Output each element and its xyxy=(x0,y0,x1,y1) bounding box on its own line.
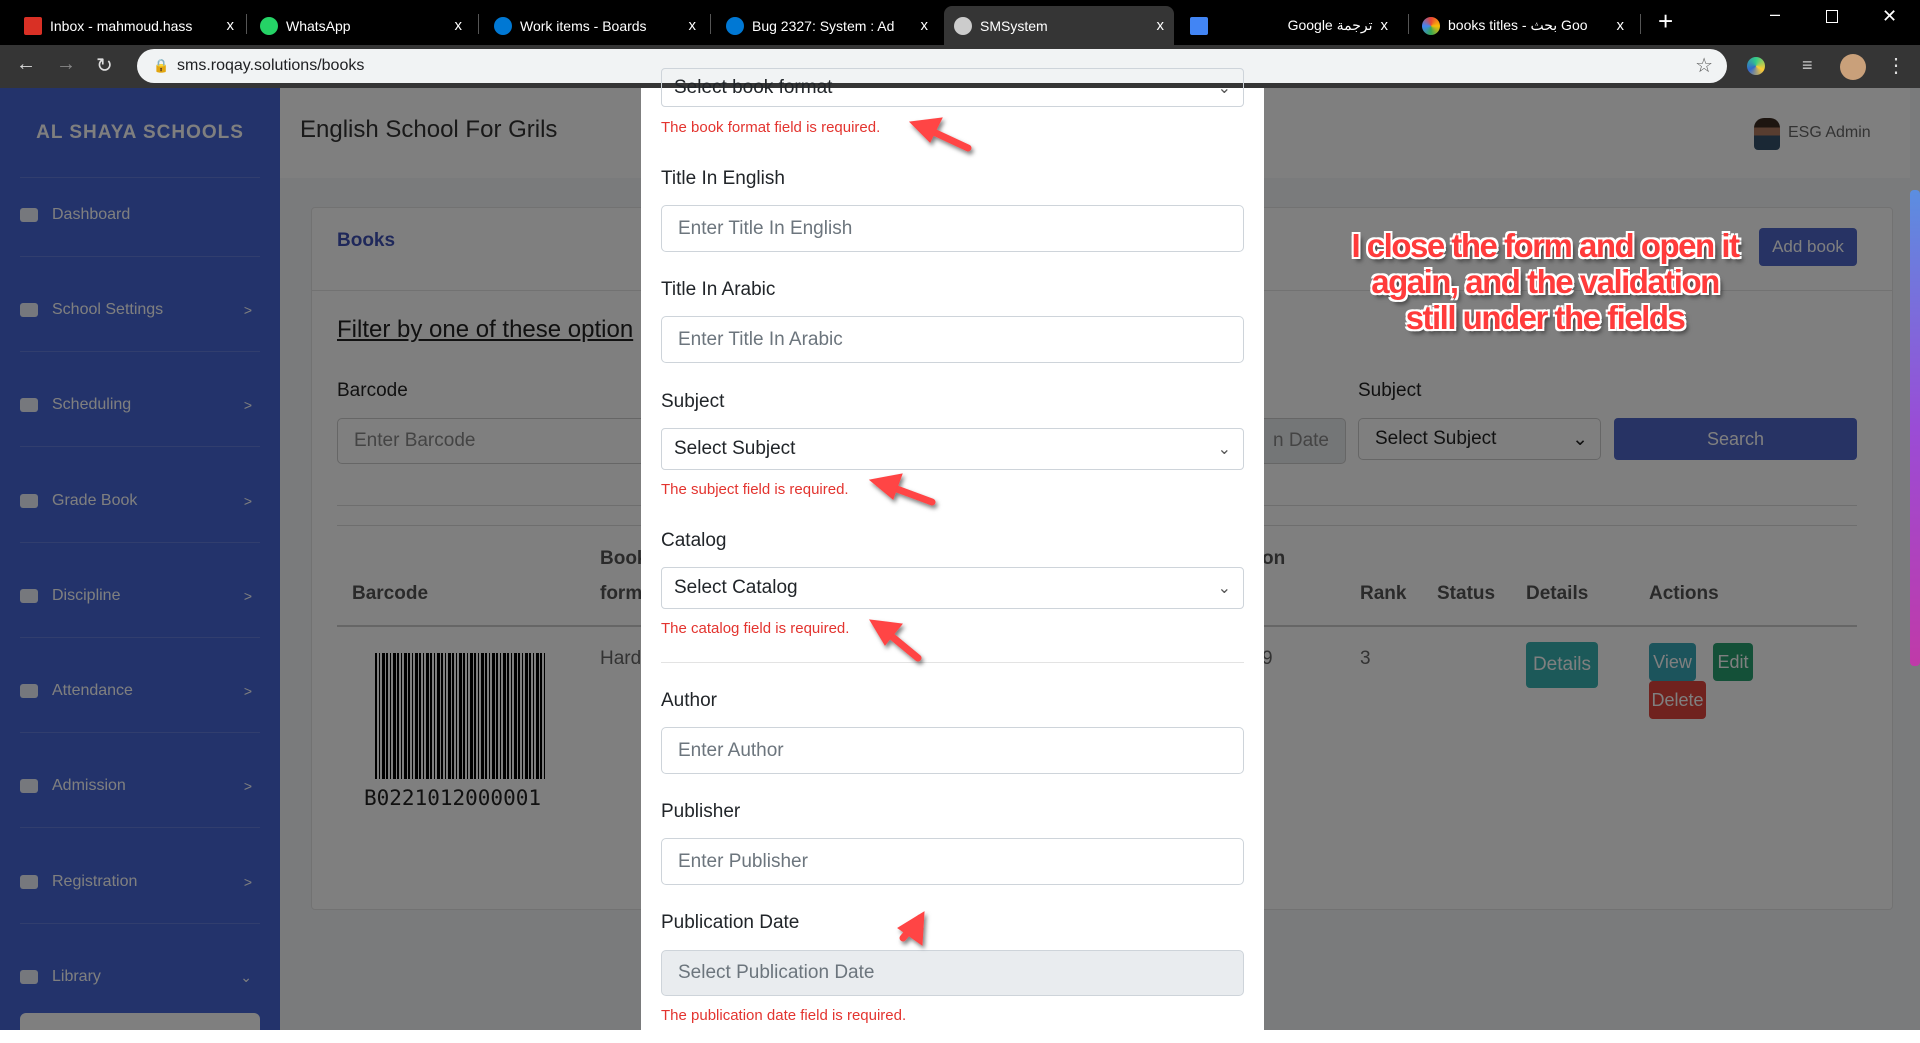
arrow-icon xyxy=(868,473,936,506)
arrow-icon xyxy=(908,117,972,152)
arrow-icon xyxy=(869,619,922,662)
arrow-icon xyxy=(897,911,925,946)
annotation-note: I close the form and open it again, and … xyxy=(1351,227,1740,336)
annotation-arrows xyxy=(868,117,972,946)
